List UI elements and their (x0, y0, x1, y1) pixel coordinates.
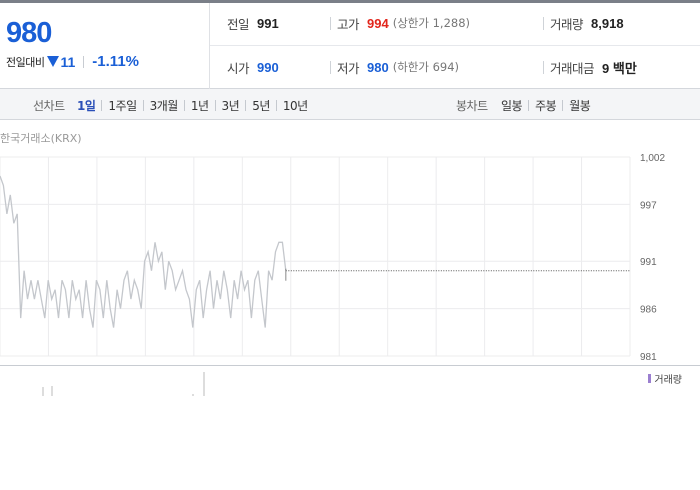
change-row: 전일대비 11 -1.11% (6, 53, 139, 70)
line-period-tabs: 1일 1주일 3개월 1년 3년 5년 10년 (77, 97, 308, 114)
upper-limit: (상한가 1,288) (392, 16, 471, 30)
line-period-tab-1[interactable]: 1주일 (108, 97, 137, 114)
change-label: 전일대비 (6, 55, 45, 69)
candle-period-tab-0[interactable]: 일봉 (501, 97, 523, 114)
cell-divider (330, 60, 331, 74)
lower-limit: (하한가 694) (392, 60, 460, 74)
line-period-tab-2[interactable]: 3개월 (150, 97, 179, 114)
line-period-tab-4[interactable]: 3년 (222, 97, 240, 114)
chart-toolbar: 선차트 1일 1주일 3개월 1년 3년 5년 10년 봉차트 일봉 주봉 월봉 (0, 89, 700, 120)
line-period-tab-6[interactable]: 10년 (283, 97, 308, 114)
y-tick-label: 997 (640, 200, 657, 211)
price-series-line (0, 175, 287, 328)
summary-row-divider (210, 45, 700, 46)
tab-divider (245, 100, 247, 111)
price-box: 980 전일대비 11 -1.11% (0, 3, 210, 89)
tab-divider (562, 100, 564, 111)
candle-chart-label: 봉차트 (456, 99, 488, 113)
y-tick-label: 981 (640, 352, 657, 363)
open-value: 990 (257, 59, 279, 75)
cell-divider (330, 16, 331, 30)
tab-divider (528, 100, 530, 111)
candle-period-tabs: 일봉 주봉 월봉 (501, 97, 591, 114)
line-period-tab-3[interactable]: 1년 (191, 97, 209, 114)
trade-amount-label: 거래대금 (550, 60, 595, 76)
prev-close-value: 991 (257, 15, 279, 31)
high-cell: 고가 994 (상한가 1,288) (330, 13, 470, 33)
high-value: 994 (367, 15, 389, 31)
high-label: 고가 (337, 16, 360, 32)
current-price: 980 (6, 17, 52, 49)
tab-divider (101, 100, 103, 111)
y-tick-label: 1,002 (640, 153, 665, 164)
change-divider (83, 55, 85, 68)
price-chart: 한국거래소(KRX) 1,002 997 991 986 981 (0, 120, 700, 368)
trade-amount-cell: 거래대금 9 백만 (543, 57, 637, 77)
low-value: 980 (367, 59, 389, 75)
trade-amount-value: 9 백만 (602, 60, 637, 76)
prev-close-label: 전일 (227, 16, 250, 32)
volume-chart: 거래량 (0, 366, 700, 400)
line-period-tab-0[interactable]: 1일 (77, 97, 96, 114)
cell-divider (543, 16, 544, 30)
stock-summary: 980 전일대비 11 -1.11% 전일 991 고가 994 (상한가 1,… (0, 3, 700, 89)
prev-close-cell: 전일 991 (227, 13, 279, 33)
change-value: 11 (60, 53, 76, 70)
low-cell: 저가 980 (하한가 694) (330, 57, 459, 77)
tab-divider (183, 100, 185, 111)
price-chart-svg: 1,002 997 991 986 981 (0, 153, 665, 363)
low-label: 저가 (337, 60, 360, 76)
line-period-tab-5[interactable]: 5년 (252, 97, 270, 114)
candle-period-tab-2[interactable]: 월봉 (569, 97, 591, 114)
tab-divider (214, 100, 216, 111)
volume-chart-svg (42, 372, 205, 396)
down-triangle-icon (47, 56, 60, 67)
volume-label: 거래량 (550, 16, 584, 32)
volume-legend-label: 거래량 (654, 375, 682, 386)
tab-divider (275, 100, 277, 111)
line-chart-label: 선차트 (33, 99, 65, 113)
open-label: 시가 (227, 60, 250, 76)
open-cell: 시가 990 (227, 57, 279, 77)
candle-period-tab-1[interactable]: 주봉 (535, 97, 557, 114)
cell-divider (543, 60, 544, 74)
y-tick-label: 986 (640, 305, 657, 316)
y-tick-label: 991 (640, 257, 657, 268)
volume-value: 8,918 (591, 15, 624, 31)
volume-legend-swatch (648, 374, 652, 383)
change-percent: -1.11% (92, 53, 139, 70)
volume-cell: 거래량 8,918 (543, 13, 624, 33)
volume-legend: 거래량 (648, 371, 682, 386)
tab-divider (142, 100, 144, 111)
